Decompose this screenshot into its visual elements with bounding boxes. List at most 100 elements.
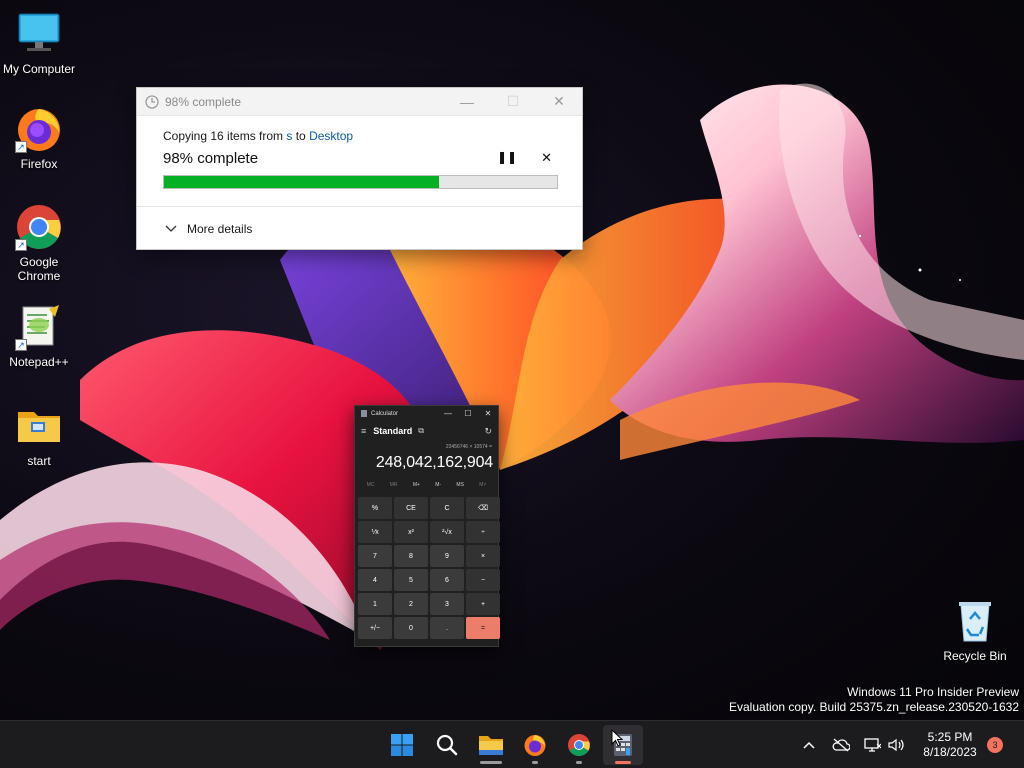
calculator-key[interactable]: % — [358, 497, 392, 519]
calculator-key[interactable]: − — [466, 569, 500, 591]
minimize-button[interactable]: — — [444, 88, 490, 116]
shortcut-arrow-icon: ↗ — [15, 239, 27, 251]
calculator-key[interactable]: 6 — [430, 569, 464, 591]
desktop-icon-start-folder[interactable]: start — [0, 402, 78, 468]
firefox-icon — [524, 735, 546, 756]
keep-on-top-icon[interactable]: ⧉ — [418, 426, 424, 436]
chevron-up-icon — [803, 741, 815, 749]
memory-button[interactable]: MC — [367, 482, 375, 492]
clock-time: 5:25 PM — [927, 730, 973, 744]
copy-status-text: 98% complete — [163, 149, 259, 167]
recycle-bin-icon — [951, 597, 999, 645]
calculator-key[interactable]: 4 — [358, 569, 392, 591]
start-icon — [391, 734, 413, 756]
desktop-icon-recycle-bin[interactable]: Recycle Bin — [936, 597, 1014, 663]
start-button[interactable] — [382, 725, 422, 765]
calculator-window: Calculator — ☐ ✕ ≡ Standard ⧉ ↻ 23456746… — [354, 405, 500, 647]
more-details-label: More details — [187, 222, 253, 236]
desktop-icon-my-computer[interactable]: My Computer — [0, 10, 78, 76]
calculator-key[interactable]: 2 — [394, 593, 428, 615]
monitor-icon — [15, 10, 63, 58]
active-indicator — [615, 761, 631, 764]
memory-button[interactable]: M+ — [413, 482, 420, 492]
desktop-icon-notepadpp[interactable]: ↗ Notepad++ — [0, 303, 78, 369]
calculator-key[interactable]: ²√x — [430, 521, 464, 543]
copy-progress-bar — [163, 175, 558, 189]
calculator-key[interactable]: 7 — [358, 545, 392, 567]
calculator-expression: 23456746 × 10574 = — [445, 444, 492, 450]
mouse-cursor-icon — [611, 728, 624, 752]
watermark-build: Evaluation copy. Build 25375.zn_release.… — [729, 700, 1019, 714]
volume-icon[interactable] — [886, 735, 906, 755]
calculator-key[interactable]: C — [430, 497, 464, 519]
chrome-icon — [568, 734, 590, 756]
calculator-key[interactable]: ÷ — [466, 521, 500, 543]
desktop-icon-google-chrome[interactable]: ↗ Google Chrome — [0, 203, 78, 283]
calculator-key[interactable]: 0 — [394, 617, 428, 639]
calculator-key[interactable]: CE — [394, 497, 428, 519]
calculator-titlebar[interactable]: Calculator — ☐ ✕ — [355, 406, 498, 421]
desktop-icon-firefox[interactable]: ↗ Firefox — [0, 105, 78, 171]
notepadpp-icon: ↗ — [15, 303, 63, 351]
search-button[interactable] — [427, 725, 467, 765]
calculator-key[interactable]: 5 — [394, 569, 428, 591]
cancel-icon[interactable]: ✕ — [541, 150, 552, 166]
calculator-key[interactable]: 8 — [394, 545, 428, 567]
chevron-down-icon — [165, 225, 177, 233]
calculator-key[interactable]: ⌫ — [466, 497, 500, 519]
divider — [137, 206, 582, 207]
history-icon[interactable]: ↻ — [484, 426, 492, 437]
close-button[interactable]: ✕ — [478, 409, 498, 418]
firefox-icon: ↗ — [15, 105, 63, 153]
calculator-key[interactable]: x² — [394, 521, 428, 543]
taskbar-firefox[interactable] — [515, 725, 555, 765]
calculator-keypad: % CE C ⌫ ⅟x x² ²√x ÷ 7 8 9 × 4 5 6− 1 2 3 + +/− 0. = — [355, 492, 500, 639]
calculator-key[interactable]: 9 — [430, 545, 464, 567]
calculator-key[interactable]: 3 — [430, 593, 464, 615]
minimize-button[interactable]: — — [438, 409, 458, 418]
dialog-titlebar[interactable]: 98% complete — ☐ ✕ — [137, 88, 582, 116]
copy-description: Copying 16 items from s to Desktop — [163, 129, 354, 143]
memory-button[interactable]: MS — [456, 482, 464, 492]
calculator-key[interactable]: ⅟x — [358, 521, 392, 543]
taskbar-clock[interactable]: 5:25 PM 8/18/2023 — [916, 730, 984, 760]
watermark-edition: Windows 11 Pro Insider Preview — [847, 685, 1019, 699]
clock-date: 8/18/2023 — [923, 745, 977, 759]
desktop-icon-label: Firefox — [20, 157, 58, 171]
calculator-key[interactable]: . — [430, 617, 464, 639]
more-details-toggle[interactable]: More details — [165, 222, 252, 236]
progress-fill — [164, 176, 440, 188]
notification-badge[interactable]: 3 — [987, 737, 1003, 753]
equals-button[interactable]: = — [466, 617, 500, 639]
calculator-key[interactable]: × — [466, 545, 500, 567]
pause-icon[interactable]: ❚❚ — [497, 150, 517, 166]
evaluation-watermark: Windows 11 Pro Insider Preview Evaluatio… — [729, 685, 1019, 715]
taskbar-calculator[interactable] — [603, 725, 643, 765]
onedrive-offline-icon[interactable] — [831, 735, 851, 755]
file-copy-dialog: 98% complete — ☐ ✕ Copying 16 items from… — [136, 87, 583, 250]
calculator-app-icon — [361, 410, 367, 417]
close-button[interactable]: ✕ — [536, 88, 582, 116]
network-icon[interactable] — [862, 735, 882, 755]
calculator-display: 248,042,162,904 — [375, 454, 493, 471]
desktop-icon-label: Notepad++ — [9, 355, 69, 369]
memory-button[interactable]: MR — [390, 482, 398, 492]
calculator-key[interactable]: +/− — [358, 617, 392, 639]
taskbar-file-explorer[interactable] — [471, 725, 511, 765]
shortcut-arrow-icon: ↗ — [15, 339, 27, 351]
show-hidden-icons-button[interactable] — [799, 735, 819, 755]
desktop-icon-label: Google Chrome — [17, 255, 61, 283]
memory-button[interactable]: M˅ — [479, 482, 486, 492]
hamburger-menu-icon[interactable]: ≡ — [361, 426, 366, 436]
taskbar-chrome[interactable] — [559, 725, 599, 765]
calculator-key[interactable]: + — [466, 593, 500, 615]
maximize-button[interactable]: ☐ — [490, 88, 536, 116]
desktop-icon-label: Recycle Bin — [943, 649, 1007, 663]
memory-button[interactable]: M- — [435, 482, 441, 492]
maximize-button[interactable]: ☐ — [458, 409, 478, 418]
shortcut-arrow-icon: ↗ — [15, 141, 27, 153]
file-explorer-icon — [479, 736, 503, 755]
destination-link[interactable]: Desktop — [309, 129, 353, 143]
running-indicator — [576, 761, 582, 764]
calculator-key[interactable]: 1 — [358, 593, 392, 615]
